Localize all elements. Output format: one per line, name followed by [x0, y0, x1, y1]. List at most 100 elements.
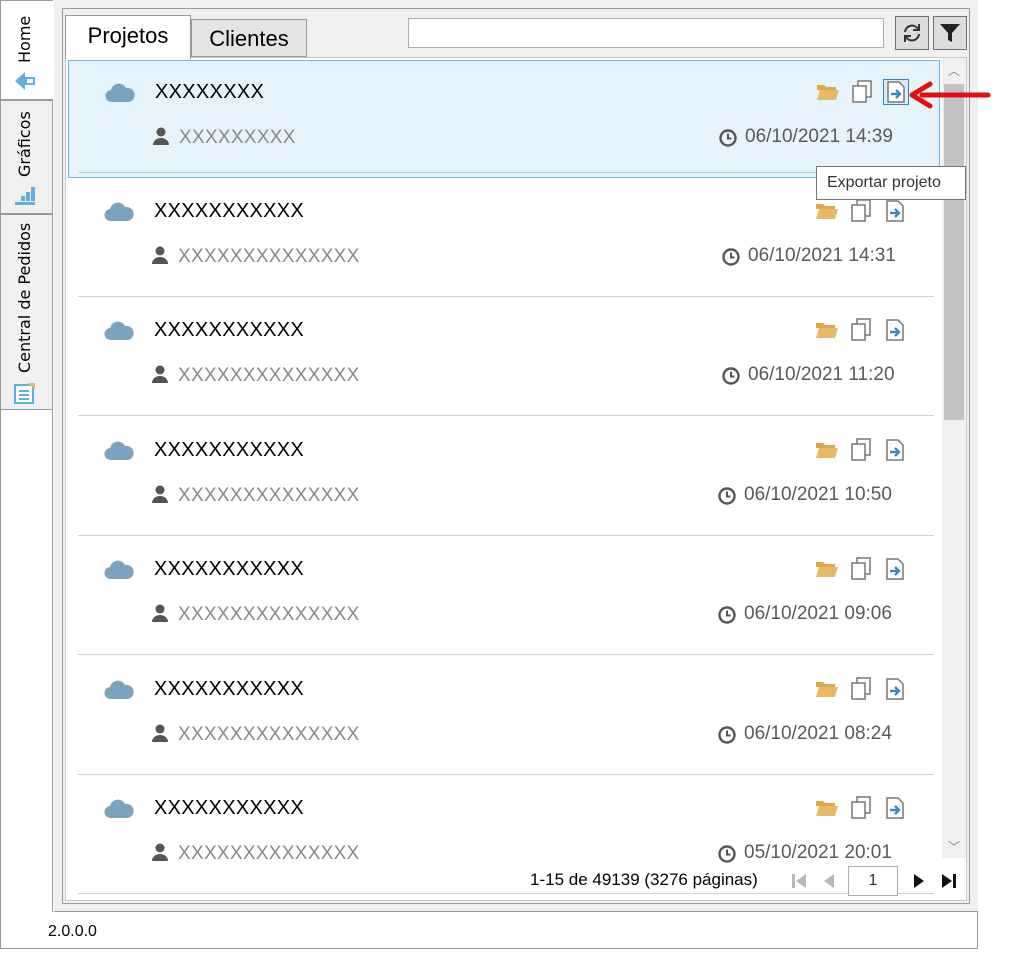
project-user: XXXXXXXXX	[179, 127, 296, 148]
pagination: 1-15 de 49139 (3276 páginas)	[66, 864, 966, 898]
user-icon	[152, 365, 168, 383]
open-folder-button[interactable]	[814, 556, 840, 582]
project-user: XXXXXXXXXXXXXX	[178, 365, 360, 386]
open-folder-button[interactable]	[814, 317, 840, 343]
project-user: XXXXXXXXXXXXXX	[178, 604, 360, 625]
prev-page-button[interactable]	[818, 870, 840, 892]
project-row[interactable]: XXXXXXXXXXX XXXXXXXXXXXXXX 06/10/2021 14:3…	[68, 180, 938, 298]
project-name: XXXXXXXXXXX	[154, 678, 305, 700]
open-folder-button[interactable]	[814, 198, 840, 224]
project-row[interactable]: XXXXXXXXXXX XXXXXXXXXXXXXX 06/10/2021 08:2…	[68, 658, 938, 776]
sidebar-tab-central-de-pedidos[interactable]: Central de Pedidos	[1, 214, 53, 410]
export-project-button[interactable]	[882, 198, 908, 224]
sidebar-tabs: Home Gráficos Central de Pedidos	[1, 0, 53, 912]
folder-icon	[816, 323, 838, 338]
project-date: 06/10/2021 14:39	[745, 126, 893, 147]
next-page-icon	[914, 874, 924, 888]
export-project-button[interactable]	[883, 79, 909, 105]
folder-icon	[816, 682, 838, 697]
page-number-input[interactable]	[848, 866, 898, 896]
project-row-selected[interactable]: XXXXXXXX XXXXXXXXX 06/10/2021 14:39	[68, 60, 940, 178]
project-name: XXXXXXXXXXX	[154, 558, 305, 580]
clock-icon	[719, 129, 737, 147]
tab-projetos[interactable]: Projetos	[65, 15, 191, 59]
sidebar-tab-central-label: Central de Pedidos	[15, 222, 34, 373]
cloud-icon	[104, 321, 134, 341]
project-date: 06/10/2021 14:31	[748, 245, 896, 266]
project-row[interactable]: XXXXXXXXXXX XXXXXXXXXXXXXX 06/10/2021 09:0…	[68, 538, 938, 656]
refresh-button[interactable]	[895, 16, 929, 50]
copy-icon	[851, 318, 871, 341]
folder-icon	[816, 204, 838, 219]
export-project-button[interactable]	[882, 317, 908, 343]
cloud-icon	[104, 441, 134, 461]
export-project-button[interactable]	[882, 556, 908, 582]
clock-icon	[718, 487, 736, 505]
filter-button[interactable]	[933, 16, 967, 50]
home-icon	[13, 69, 37, 93]
project-name: XXXXXXXXXXX	[154, 797, 305, 819]
export-project-button[interactable]	[882, 676, 908, 702]
copy-project-button[interactable]	[848, 198, 874, 224]
export-icon	[886, 200, 904, 222]
export-project-button[interactable]	[882, 795, 908, 821]
user-icon	[153, 127, 169, 145]
open-folder-button[interactable]	[814, 437, 840, 463]
copy-icon	[851, 557, 871, 580]
copy-project-button[interactable]	[848, 676, 874, 702]
filter-icon	[940, 24, 960, 42]
clock-icon	[722, 248, 740, 266]
sidebar-tab-graficos-label: Gráficos	[15, 111, 34, 177]
scroll-thumb[interactable]	[944, 84, 964, 420]
orders-icon	[13, 381, 37, 405]
copy-project-button[interactable]	[848, 795, 874, 821]
copy-icon	[851, 677, 871, 700]
export-icon	[886, 439, 904, 461]
project-name: XXXXXXXXXXX	[154, 319, 305, 341]
copy-project-button[interactable]	[848, 317, 874, 343]
sidebar-tab-graficos[interactable]: Gráficos	[1, 100, 53, 214]
project-date: 06/10/2021 09:06	[744, 603, 892, 624]
open-folder-button[interactable]	[814, 676, 840, 702]
row-separator	[78, 654, 934, 655]
export-icon	[886, 678, 904, 700]
export-icon	[886, 797, 904, 819]
project-row[interactable]: XXXXXXXXXXX XXXXXXXXXXXXXX 06/10/2021 11:2…	[68, 299, 938, 417]
row-separator	[78, 774, 934, 775]
project-user: XXXXXXXXXXXXXX	[178, 724, 360, 745]
project-name: XXXXXXXXXXX	[154, 200, 305, 222]
project-user: XXXXXXXXXXXXXX	[178, 843, 360, 864]
copy-icon	[851, 199, 871, 222]
project-row[interactable]: XXXXXXXXXXX XXXXXXXXXXXXXX 06/10/2021 10:5…	[68, 419, 938, 537]
tab-clientes[interactable]: Clientes	[191, 19, 307, 57]
user-icon	[152, 604, 168, 622]
cloud-icon	[104, 799, 134, 819]
export-icon	[886, 558, 904, 580]
open-folder-button[interactable]	[815, 79, 841, 105]
copy-project-button[interactable]	[848, 437, 874, 463]
search-input[interactable]	[408, 18, 884, 48]
user-icon	[152, 724, 168, 742]
copy-project-button[interactable]	[849, 79, 875, 105]
prev-page-icon	[824, 874, 834, 888]
first-page-button[interactable]	[788, 870, 810, 892]
project-user: XXXXXXXXXXXXXX	[178, 485, 360, 506]
folder-icon	[816, 801, 838, 816]
last-page-icon	[942, 874, 956, 888]
row-separator	[78, 535, 934, 536]
cloud-icon	[104, 680, 134, 700]
export-project-button[interactable]	[882, 437, 908, 463]
next-page-button[interactable]	[908, 870, 930, 892]
copy-project-button[interactable]	[848, 556, 874, 582]
app-window: Home Gráficos Central de Pedidos Projeto…	[0, 0, 978, 950]
open-folder-button[interactable]	[814, 795, 840, 821]
project-name: XXXXXXXX	[155, 81, 265, 103]
row-separator	[79, 172, 935, 173]
project-name: XXXXXXXXXXX	[154, 439, 305, 461]
scroll-down-icon[interactable]: ﹀	[942, 834, 966, 858]
sidebar-tab-home[interactable]: Home	[1, 0, 53, 100]
last-page-button[interactable]	[938, 870, 960, 892]
clock-icon	[722, 367, 740, 385]
project-date: 06/10/2021 11:20	[748, 364, 895, 385]
row-separator	[78, 415, 934, 416]
